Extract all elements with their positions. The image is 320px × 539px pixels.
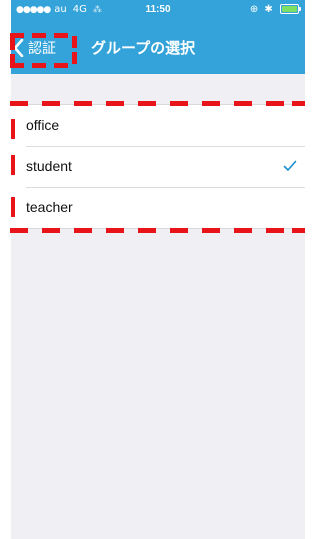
annotation-mark [138, 228, 156, 233]
annotation-mark [10, 101, 28, 106]
annotation-mark [72, 36, 77, 48]
annotation-mark [292, 228, 305, 233]
annotation-mark [266, 228, 284, 233]
annotation-mark [32, 33, 46, 38]
annotation-mark [54, 63, 68, 68]
annotation-mark [11, 155, 15, 175]
annotation-mark [32, 63, 46, 68]
annotation-mark [11, 197, 15, 217]
annotation-mark [10, 33, 24, 38]
annotation-mark [266, 101, 284, 106]
annotation-mark [170, 228, 188, 233]
annotation-mark [292, 101, 305, 106]
annotation-mark [106, 228, 124, 233]
annotation-mark [138, 101, 156, 106]
annotation-mark [10, 63, 24, 68]
annotation-mark [42, 228, 60, 233]
annotation-mark [42, 101, 60, 106]
annotation-mark [10, 38, 15, 50]
annotation-mark [10, 54, 15, 63]
annotation-mark [106, 101, 124, 106]
annotation-mark [74, 228, 92, 233]
annotation-overlay [10, 33, 305, 233]
annotation-mark [74, 101, 92, 106]
annotation-mark [202, 228, 220, 233]
annotation-mark [234, 101, 252, 106]
annotation-mark [11, 119, 15, 139]
annotation-mark [170, 101, 188, 106]
annotation-mark [10, 228, 28, 233]
annotation-mark [202, 101, 220, 106]
annotation-mark [54, 33, 68, 38]
annotation-mark [234, 228, 252, 233]
annotation-mark [72, 52, 77, 64]
